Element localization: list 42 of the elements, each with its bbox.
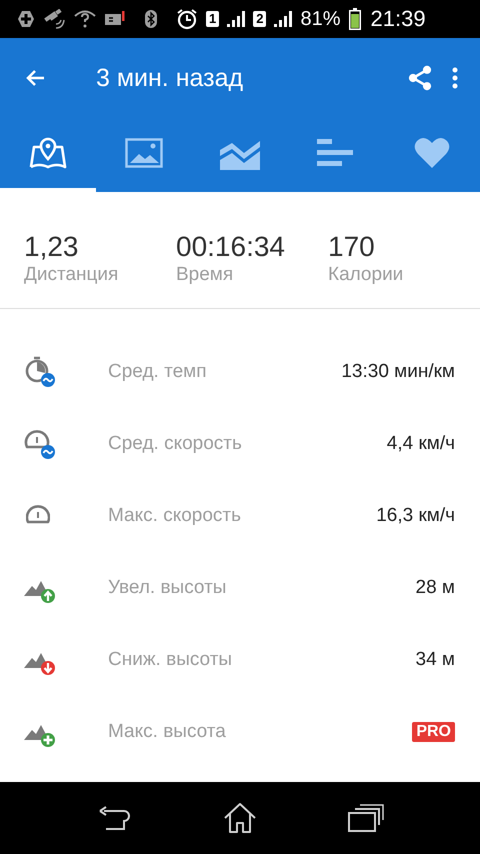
metric-value: 4,4 км/ч xyxy=(386,433,455,455)
stat-label: Дистанция xyxy=(24,264,120,286)
stat-value: 1,23 xyxy=(24,230,80,264)
wifi-question-icon xyxy=(74,9,96,29)
bluetooth-icon xyxy=(144,9,158,29)
speedometer-icon xyxy=(24,428,56,460)
stopwatch-icon xyxy=(24,356,56,388)
map-pin-icon xyxy=(28,137,68,169)
stat-label: Время xyxy=(176,264,234,286)
metric-label: Сред. скорость xyxy=(108,433,243,455)
sim-number: 1 xyxy=(206,11,220,27)
image-icon xyxy=(125,138,163,168)
status-time: 21:39 xyxy=(370,6,426,32)
metric-value: 13:30 мин/км xyxy=(341,361,455,383)
screen-title: 3 мин. назад xyxy=(96,64,244,92)
home-icon xyxy=(222,802,257,834)
signal-icon xyxy=(227,11,246,27)
metric-value: 34 м xyxy=(416,649,455,671)
stat-value: 170 xyxy=(328,230,376,264)
recent-apps-icon xyxy=(348,804,384,832)
more-vertical-icon xyxy=(452,66,458,90)
heart-icon xyxy=(414,137,450,169)
signal-icon xyxy=(274,11,292,27)
speedometer-icon xyxy=(26,504,50,524)
stat-label: Калории xyxy=(328,264,404,286)
metric-label: Сниж. высоты xyxy=(108,649,234,671)
medical-cross-icon xyxy=(16,9,36,29)
alarm-clock-icon xyxy=(176,8,198,30)
metric-value: 28 м xyxy=(416,577,455,599)
pro-badge: PRO xyxy=(412,722,455,742)
stat-value: 00:16:34 xyxy=(176,230,286,264)
bars-icon xyxy=(317,138,355,168)
metric-value: 16,3 км/ч xyxy=(376,505,455,527)
metric-label: Сред. темп xyxy=(108,361,208,383)
battery-icon xyxy=(348,8,360,30)
battery-percent: 81% xyxy=(300,8,340,30)
satellite-icon xyxy=(44,9,66,29)
share-icon xyxy=(406,64,434,92)
metric-label: Макс. скорость xyxy=(108,505,242,527)
sim-number: 2 xyxy=(253,11,266,27)
metric-label: Увел. высоты xyxy=(108,577,228,599)
metric-label: Макс. высота xyxy=(108,721,227,743)
